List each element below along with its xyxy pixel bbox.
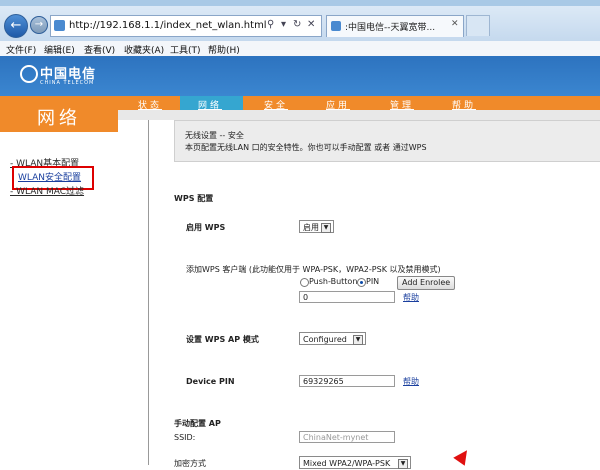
radio-push-button[interactable]	[300, 278, 309, 287]
ap-mode-label: 设置 WPS AP 模式	[186, 335, 259, 344]
back-arrow-icon[interactable]: ←	[4, 14, 28, 38]
encryption-select[interactable]: Mixed WPA2/WPA-PSK ▼	[299, 456, 411, 469]
pin-help-link[interactable]: 帮助	[403, 292, 419, 303]
dropdown-icon[interactable]: ▾	[281, 19, 286, 30]
telecom-logo-icon	[20, 65, 38, 83]
add-client-label: 添加WPS 客户端 (此功能仅用于 WPA-PSK，WPA2-PSK 以及禁用模…	[186, 265, 441, 274]
menu-edit[interactable]: 编辑(E)	[44, 43, 75, 56]
address-bar[interactable]: http://192.168.1.1/index_net_wlan.html ⚲…	[50, 15, 322, 37]
add-enrollee-button[interactable]: Add Enrolee	[397, 276, 456, 290]
url-text[interactable]: http://192.168.1.1/index_net_wlan.html	[69, 20, 267, 31]
section-title: 网络	[37, 108, 81, 129]
menu-favorites[interactable]: 收藏夹(A)	[124, 43, 164, 56]
menu-tools[interactable]: 工具(T)	[170, 43, 201, 56]
sidebar-item-wlan-mac-filter[interactable]: - WLAN MAC过滤	[10, 184, 84, 197]
forward-arrow-icon[interactable]: →	[30, 16, 48, 34]
info-title: 无线设置 -- 安全	[185, 131, 244, 140]
radio-push-label: Push-Button	[309, 277, 358, 286]
wps-enable-label: 启用 WPS	[186, 223, 226, 232]
sidebar-item-wlan-security[interactable]: WLAN安全配置	[18, 170, 81, 183]
info-box: 无线设置 -- 安全 本页配置无线LAN 口的安全特性。你也可以手动配置 或者 …	[174, 120, 600, 162]
new-tab-button[interactable]	[466, 15, 490, 36]
dropdown-arrow-icon: ▼	[398, 459, 408, 469]
sub-tab-strip	[118, 110, 600, 120]
dropdown-arrow-icon: ▼	[353, 335, 363, 345]
ap-mode-select[interactable]: Configured ▼	[299, 332, 366, 345]
wps-enable-value: 启用	[303, 223, 319, 232]
content-gutter	[118, 120, 149, 465]
search-icon[interactable]: ⚲	[267, 19, 274, 30]
browser-tab[interactable]: :中国电信--天翼宽带... ✕	[326, 15, 464, 37]
menu-help[interactable]: 帮助(H)	[208, 43, 240, 56]
dropdown-arrow-icon: ▼	[321, 223, 331, 233]
device-pin-label: Device PIN	[186, 377, 235, 386]
stop-icon[interactable]: ✕	[307, 19, 315, 30]
wps-enable-select[interactable]: 启用 ▼	[299, 220, 334, 233]
red-arrow-annotation	[453, 446, 473, 466]
encryption-label: 加密方式	[174, 459, 206, 468]
wps-section-title: WPS 配置	[174, 194, 214, 203]
page-icon	[54, 20, 65, 31]
menu-file[interactable]: 文件(F)	[6, 43, 36, 56]
device-pin-input[interactable]: 69329265	[299, 375, 395, 387]
ap-mode-value: Configured	[303, 335, 347, 344]
section-header: 网络	[0, 96, 118, 132]
logo-subtext: CHINA TELECOM	[40, 80, 95, 86]
refresh-icon[interactable]: ↻	[293, 19, 301, 30]
device-pin-help-link[interactable]: 帮助	[403, 376, 419, 387]
encryption-value: Mixed WPA2/WPA-PSK	[303, 459, 391, 468]
radio-pin-label: PIN	[366, 277, 380, 286]
pin-input[interactable]: 0	[299, 291, 395, 303]
info-description: 本页配置无线LAN 口的安全特性。你也可以手动配置 或者 通过WPS	[185, 143, 427, 152]
menu-view[interactable]: 查看(V)	[84, 43, 115, 56]
ssid-label: SSID:	[174, 433, 196, 442]
manual-ap-title: 手动配置 AP	[174, 419, 221, 428]
tab-close-icon[interactable]: ✕	[451, 19, 459, 29]
tab-title: :中国电信--天翼宽带...	[345, 23, 436, 33]
menu-bar: 文件(F) 编辑(E) 查看(V) 收藏夹(A) 工具(T) 帮助(H)	[0, 41, 600, 57]
ssid-input[interactable]: ChinaNet-mynet	[299, 431, 395, 443]
radio-pin[interactable]	[357, 278, 366, 287]
tab-page-icon	[331, 21, 341, 31]
